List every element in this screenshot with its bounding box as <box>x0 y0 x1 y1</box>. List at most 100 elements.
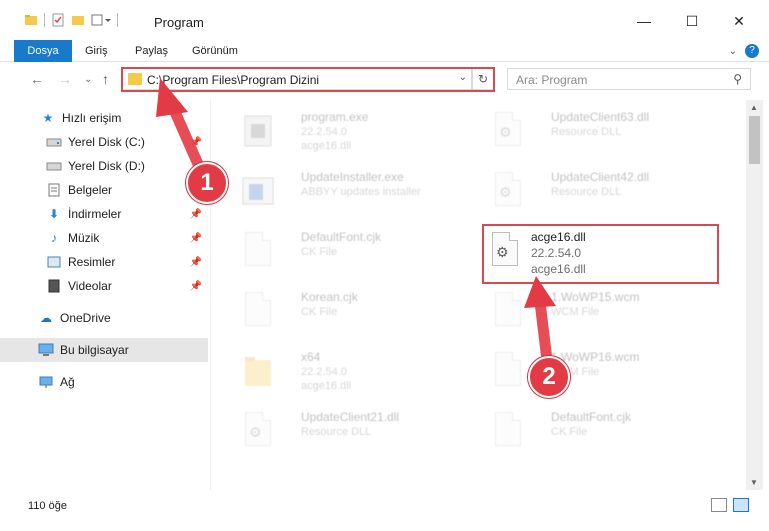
dll-icon: ⚙ <box>488 232 522 274</box>
sidebar-item-label: İndirmeler <box>68 207 122 221</box>
drive-icon <box>46 134 62 150</box>
sidebar-item-documents[interactable]: Belgeler <box>0 178 208 202</box>
qat-divider <box>44 13 45 27</box>
up-arrow-icon[interactable]: ↑ <box>102 71 109 87</box>
file-type: Resource DLL <box>551 186 622 198</box>
close-button[interactable]: ✕ <box>716 6 762 36</box>
sidebar-item-downloads[interactable]: ⬇ İndirmeler 📌 <box>0 202 208 226</box>
file-item[interactable]: ⚙ UpdateClient42.dll Resource DLL <box>471 164 721 224</box>
customize-qat-icon[interactable] <box>91 13 111 27</box>
file-type: WCM File <box>551 306 600 318</box>
scroll-up-icon[interactable]: ▲ <box>750 103 758 112</box>
file-list: program.exe 22.2.54.0 acge16.dll ⚙ Updat… <box>211 100 746 490</box>
file-name: acge16.dll <box>531 230 586 244</box>
videos-icon <box>46 278 62 294</box>
generic-file-icon <box>491 412 525 454</box>
file-name: DefaultFont.cjk <box>551 410 632 424</box>
window-title: Program <box>154 15 204 30</box>
sidebar-item-label: OneDrive <box>60 311 111 325</box>
file-name: x64 <box>301 350 321 364</box>
sidebar-item-this-pc[interactable]: Bu bilgisayar <box>0 338 208 362</box>
new-folder-icon[interactable] <box>71 13 85 27</box>
file-item[interactable]: 1.WoWP15.wcm WCM File <box>471 284 721 344</box>
tiles-view-icon[interactable] <box>733 498 749 512</box>
item-count: 110 öğe <box>28 500 67 512</box>
file-item[interactable]: UpdateInstaller.exe ABBYY updates instal… <box>221 164 471 224</box>
back-arrow-icon[interactable]: ← <box>30 71 44 87</box>
exe-icon <box>241 112 275 154</box>
sidebar-item-onedrive[interactable]: ☁ OneDrive <box>0 306 208 330</box>
forward-arrow-icon[interactable]: → <box>58 71 72 87</box>
sidebar-item-label: Yerel Disk (D:) <box>68 159 145 173</box>
help-icon[interactable]: ? <box>745 44 759 58</box>
tab-view[interactable]: Görünüm <box>179 40 251 62</box>
recent-locations-icon[interactable]: ⌄ <box>84 74 92 85</box>
file-version: 22.2.54.0 <box>301 126 347 138</box>
search-icon: ⚲ <box>733 72 742 86</box>
dll-icon: ⚙ <box>241 412 275 454</box>
tab-home[interactable]: Giriş <box>72 40 121 62</box>
sidebar-item-pictures[interactable]: Resimler 📌 <box>0 250 208 274</box>
file-item[interactable]: ⚙ UpdateClient63.dll Resource DLL <box>471 104 721 164</box>
properties-icon[interactable] <box>51 13 65 27</box>
scroll-thumb[interactable] <box>749 116 760 164</box>
pin-icon: 📌 <box>189 256 202 268</box>
vertical-scrollbar[interactable]: ▲ ▼ <box>746 100 763 490</box>
file-name: Korean.cjk <box>301 290 358 304</box>
sidebar-item-network[interactable]: Ağ <box>0 370 208 394</box>
sidebar-item-local-disk-c[interactable]: Yerel Disk (C:) 📌 <box>0 130 208 154</box>
sidebar-item-label: Videolar <box>68 279 112 293</box>
file-item[interactable]: ⚙ UpdateClient21.dll Resource DLL <box>221 404 471 464</box>
highlighted-file-item[interactable]: ⚙ acge16.dll 22.2.54.0 acge16.dll <box>482 224 719 284</box>
tab-share[interactable]: Paylaş <box>122 40 181 62</box>
sidebar-item-local-disk-d[interactable]: Yerel Disk (D:) <box>0 154 208 178</box>
file-item[interactable]: program.exe 22.2.54.0 acge16.dll <box>221 104 471 164</box>
search-input[interactable]: Ara: Program ⚲ <box>507 68 751 90</box>
pictures-icon <box>46 254 62 270</box>
address-highlight-box <box>121 67 495 92</box>
file-item[interactable]: DefaultFont.cjk CK File <box>471 404 721 464</box>
file-name: 1.WoWP15.wcm <box>551 290 640 304</box>
sidebar-item-label: Resimler <box>68 255 116 269</box>
ribbon-controls: ⌄ ? <box>729 44 759 58</box>
minimize-button[interactable]: — <box>621 6 667 36</box>
step-badge-1: 1 <box>186 162 228 204</box>
file-item[interactable]: Korean.cjk CK File <box>221 284 471 344</box>
search-placeholder: Ara: Program <box>516 73 588 87</box>
view-toggle <box>711 498 749 512</box>
file-item[interactable]: x64 22.2.54.0 acge16.dll <box>221 344 471 404</box>
generic-file-icon <box>491 352 525 394</box>
file-type: CK File <box>301 306 338 318</box>
dll-icon: ⚙ <box>491 172 525 214</box>
tab-file[interactable]: Dosya <box>14 40 72 62</box>
music-icon: ♪ <box>51 231 57 245</box>
star-icon: ★ <box>42 111 54 125</box>
generic-file-icon <box>491 292 525 334</box>
sidebar-item-videos[interactable]: Videolar 📌 <box>0 274 208 298</box>
file-description: acge16.dll <box>301 140 352 152</box>
sidebar-item-label: Müzik <box>68 231 100 245</box>
sidebar-item-music[interactable]: ♪ Müzik 📌 <box>0 226 208 250</box>
sidebar-item-quick-access[interactable]: ★ Hızlı erişim <box>0 106 208 130</box>
network-icon <box>38 374 54 390</box>
generic-file-icon <box>241 292 275 334</box>
maximize-button[interactable]: ☐ <box>669 6 715 36</box>
sidebar-item-label: Belgeler <box>68 183 113 197</box>
sidebar-item-label: Hızlı erişim <box>62 111 122 125</box>
ribbon-tabs: Dosya Giriş Paylaş Görünüm ⌄ ? <box>0 40 769 62</box>
scroll-down-icon[interactable]: ▼ <box>750 478 758 487</box>
drive-icon <box>46 158 62 174</box>
quick-access-toolbar <box>24 13 118 27</box>
file-explorer-window: Program — ☐ ✕ Dosya Giriş Paylaş Görünüm… <box>0 0 769 531</box>
details-view-icon[interactable] <box>711 498 727 512</box>
file-item[interactable]: 1.WoWP16.wcm WCM File <box>471 344 721 404</box>
documents-icon <box>46 182 62 198</box>
file-name: UpdateInstaller.exe <box>301 170 404 184</box>
file-version: 22.2.54.0 <box>531 246 582 260</box>
folder-icon <box>241 352 275 394</box>
file-name: UpdateClient21.dll <box>301 410 400 424</box>
file-description: acge16.dll <box>301 380 352 392</box>
expand-ribbon-icon[interactable]: ⌄ <box>729 46 737 57</box>
file-item[interactable]: DefaultFont.cjk CK File <box>221 224 471 284</box>
file-description: ABBYY updates installer <box>301 186 421 198</box>
